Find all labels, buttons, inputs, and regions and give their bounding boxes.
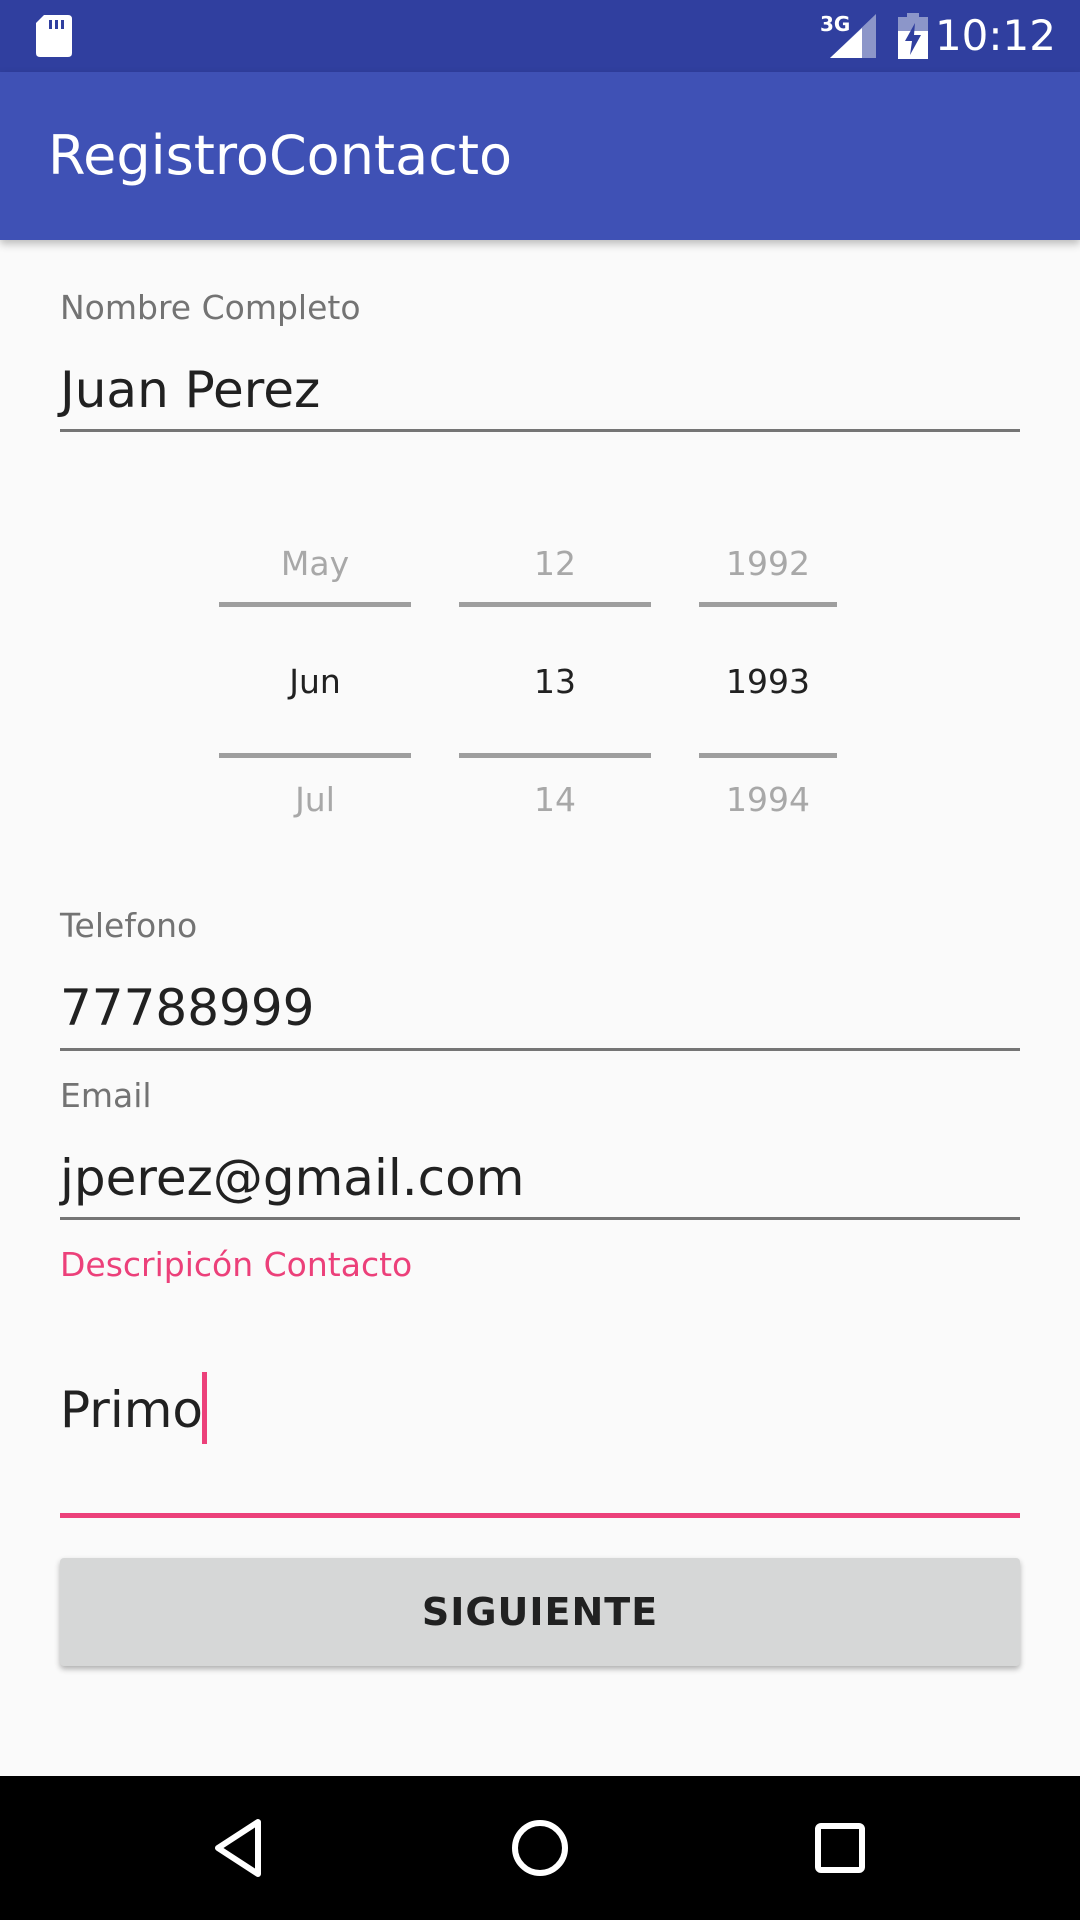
name-input[interactable]: Juan Perez <box>60 360 320 420</box>
month-prev[interactable]: May <box>219 544 411 584</box>
phone-input[interactable]: 77788999 <box>60 978 315 1038</box>
month-divider-bottom <box>219 753 411 758</box>
back-button[interactable] <box>168 1776 312 1920</box>
name-underline <box>60 429 1020 432</box>
recents-button[interactable] <box>768 1776 912 1920</box>
month-next[interactable]: Jul <box>219 780 411 820</box>
back-icon <box>215 1819 261 1877</box>
clock: 10:12 <box>934 11 1056 60</box>
battery-charging-icon <box>898 13 928 59</box>
signal-icon <box>830 14 876 58</box>
description-underline <box>60 1513 1020 1518</box>
status-bar: 3G 10:12 <box>0 0 1080 72</box>
month-divider-top <box>219 602 411 607</box>
app-bar: RegistroContacto <box>0 72 1080 240</box>
year-next[interactable]: 1994 <box>699 780 837 820</box>
year-divider-bottom <box>699 753 837 758</box>
recents-icon <box>815 1823 865 1873</box>
year-selected[interactable]: 1993 <box>699 662 837 702</box>
home-button[interactable] <box>468 1776 612 1920</box>
month-selected[interactable]: Jun <box>219 662 411 702</box>
description-input[interactable]: Primo <box>60 1380 203 1440</box>
day-divider-bottom <box>459 753 651 758</box>
email-label: Email <box>60 1076 152 1115</box>
day-next[interactable]: 14 <box>459 780 651 820</box>
day-spinner[interactable]: 12 13 14 <box>459 530 651 830</box>
sd-card-icon <box>36 15 72 57</box>
year-prev[interactable]: 1992 <box>699 544 837 584</box>
name-label: Nombre Completo <box>60 288 361 327</box>
description-label: Descripicón Contacto <box>60 1245 413 1284</box>
day-divider-top <box>459 602 651 607</box>
app-title: RegistroContacto <box>48 124 513 187</box>
navigation-bar <box>0 1776 1080 1920</box>
email-input[interactable]: jperez@gmail.com <box>60 1148 524 1208</box>
day-prev[interactable]: 12 <box>459 544 651 584</box>
text-cursor <box>202 1372 207 1444</box>
year-divider-top <box>699 602 837 607</box>
month-spinner[interactable]: May Jun Jul <box>219 530 411 830</box>
home-icon <box>512 1820 568 1876</box>
day-selected[interactable]: 13 <box>459 662 651 702</box>
phone-label: Telefono <box>60 906 198 945</box>
email-underline <box>60 1217 1020 1220</box>
year-spinner[interactable]: 1992 1993 1994 <box>699 530 837 830</box>
next-button[interactable]: SIGUIENTE <box>60 1558 1020 1666</box>
screen: 3G 10:12 RegistroContacto Nombre Complet… <box>0 0 1080 1920</box>
phone-underline <box>60 1048 1020 1051</box>
